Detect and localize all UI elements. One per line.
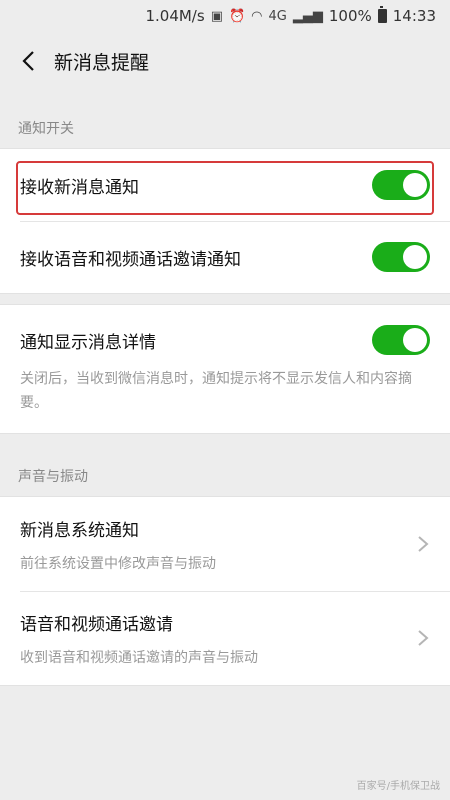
toggle-knob [403,245,427,269]
group-notify-switch: 接收新消息通知 接收语音和视频通话邀请通知 [0,148,450,294]
row-description: 收到语音和视频通话邀请的声音与振动 [20,649,258,666]
row-receive-call-invite: 接收语音和视频通话邀请通知 [0,221,450,293]
group-detail: 通知显示消息详情 关闭后，当收到微信消息时，通知提示将不显示发信人和内容摘要。 [0,304,450,434]
alarm-icon: ⏰ [228,8,246,24]
chevron-right-icon [418,536,429,552]
row-label: 通知显示消息详情 [20,332,156,353]
clock: 14:33 [392,7,436,25]
row-label: 新消息系统通知 [20,520,139,541]
row-label: 语音和视频通话邀请 [20,614,173,635]
toggle-knob [403,173,427,197]
section-header-sound: 声音与振动 [18,469,88,485]
row-label: 接收新消息通知 [20,177,139,198]
back-arrow-icon[interactable] [16,49,40,73]
toggle-knob [403,328,427,352]
page-title: 新消息提醒 [54,51,150,74]
toggle-show-detail[interactable] [372,325,430,355]
watermark: 百家号/手机保卫战 [356,781,440,792]
group-sound: 新消息系统通知 前往系统设置中修改声音与振动 语音和视频通话邀请 收到语音和视频… [0,496,450,686]
row-label: 接收语音和视频通话邀请通知 [20,249,241,270]
chevron-right-icon [418,630,429,646]
row-system-notification[interactable]: 新消息系统通知 前往系统设置中修改声音与振动 [0,497,450,591]
battery-icon [377,6,387,23]
toggle-receive-call-invite[interactable] [372,242,430,272]
battery-percent: 100% [328,7,372,25]
row-description: 关闭后，当收到微信消息时，通知提示将不显示发信人和内容摘要。 [20,371,412,411]
toggle-receive-new-message[interactable] [372,170,430,200]
row-show-detail: 通知显示消息详情 关闭后，当收到微信消息时，通知提示将不显示发信人和内容摘要。 [0,305,450,433]
nav-bar: 新消息提醒 [0,32,450,90]
row-call-invite-sound[interactable]: 语音和视频通话邀请 收到语音和视频通话邀请的声音与振动 [0,591,450,685]
row-receive-new-message: 接收新消息通知 [0,149,450,221]
network-speed: 1.04M/s [145,7,205,25]
signal-icon: ▂▄▆ [292,8,323,24]
section-header-notify: 通知开关 [18,121,74,137]
network-type: 4G [268,8,287,24]
row-description: 前往系统设置中修改声音与振动 [20,555,216,572]
notification-icon: ▣ [210,8,223,24]
wifi-icon: ◠ [251,8,263,24]
status-bar: 1.04M/s ▣ ⏰ ◠ 4G ▂▄▆ 100% 14:33 [0,0,450,32]
